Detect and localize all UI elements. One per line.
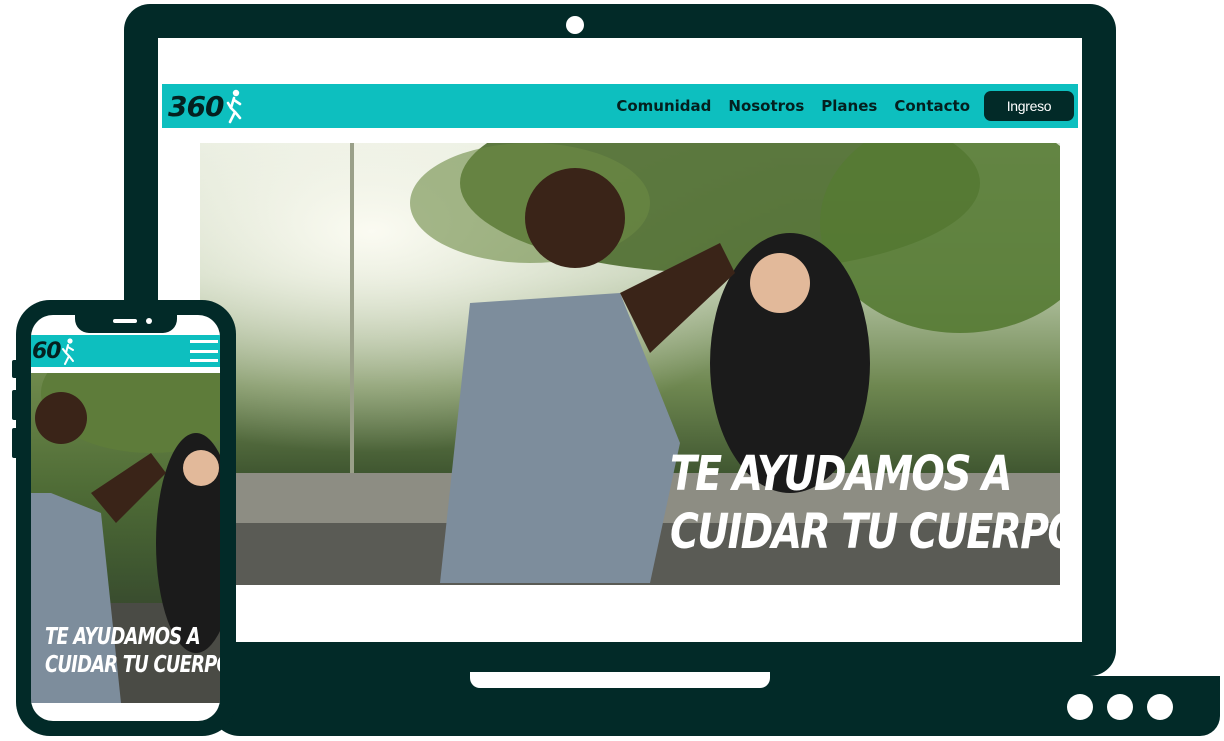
- runner-icon: [227, 89, 242, 124]
- nav-links: Comunidad Nosotros Planes Contacto: [616, 84, 970, 128]
- mobile-hero-headline-line1: TE AYUDAMOS A: [45, 624, 201, 650]
- hero-headline: TE AYUDAMOS A CUIDAR TU CUERPO: [670, 445, 1060, 561]
- nav-link-planes[interactable]: Planes: [821, 97, 877, 115]
- hero-headline-line2: CUIDAR TU CUERPO: [670, 504, 1060, 560]
- decor-dot: [1067, 694, 1093, 720]
- mobile-hero-headline: TE AYUDAMOS A CUIDAR TU CUERPO: [45, 623, 220, 679]
- site-logo[interactable]: 360: [168, 88, 243, 124]
- hero-headline-line1: TE AYUDAMOS A: [670, 446, 1012, 502]
- phone-camera: [146, 318, 152, 324]
- mobile-logo-text: 60: [32, 338, 62, 364]
- mobile-navbar: 60: [31, 335, 220, 367]
- hero-image: TE AYUDAMOS A CUIDAR TU CUERPO: [200, 143, 1060, 585]
- desktop-screen: 360 Comunidad Nosotros Planes Contacto I…: [158, 38, 1082, 642]
- decor-dot: [1107, 694, 1133, 720]
- nav-link-comunidad[interactable]: Comunidad: [616, 97, 711, 115]
- desktop-navbar: 360 Comunidad Nosotros Planes Contacto I…: [162, 84, 1078, 128]
- nav-link-contacto[interactable]: Contacto: [894, 97, 970, 115]
- logo-text: 360: [168, 89, 224, 123]
- runner-icon: [61, 338, 74, 365]
- phone-side-button: [12, 428, 18, 458]
- hamburger-icon[interactable]: [190, 340, 218, 362]
- mobile-screen: 60 TE AYUDAMOS A CUIDAR TU CUERPO: [31, 315, 220, 721]
- phone-side-button: [12, 390, 18, 420]
- login-button[interactable]: Ingreso: [984, 91, 1074, 121]
- laptop-notch: [470, 672, 770, 688]
- mobile-site-logo[interactable]: 60: [32, 337, 75, 365]
- webcam: [566, 16, 584, 34]
- decor-dot: [1147, 694, 1173, 720]
- nav-link-nosotros[interactable]: Nosotros: [728, 97, 804, 115]
- mobile-hero-headline-line2: CUIDAR TU CUERPO: [45, 652, 220, 678]
- mobile-hero-image: TE AYUDAMOS A CUIDAR TU CUERPO: [31, 373, 220, 703]
- phone-speaker: [113, 319, 137, 323]
- phone-side-button: [12, 360, 18, 378]
